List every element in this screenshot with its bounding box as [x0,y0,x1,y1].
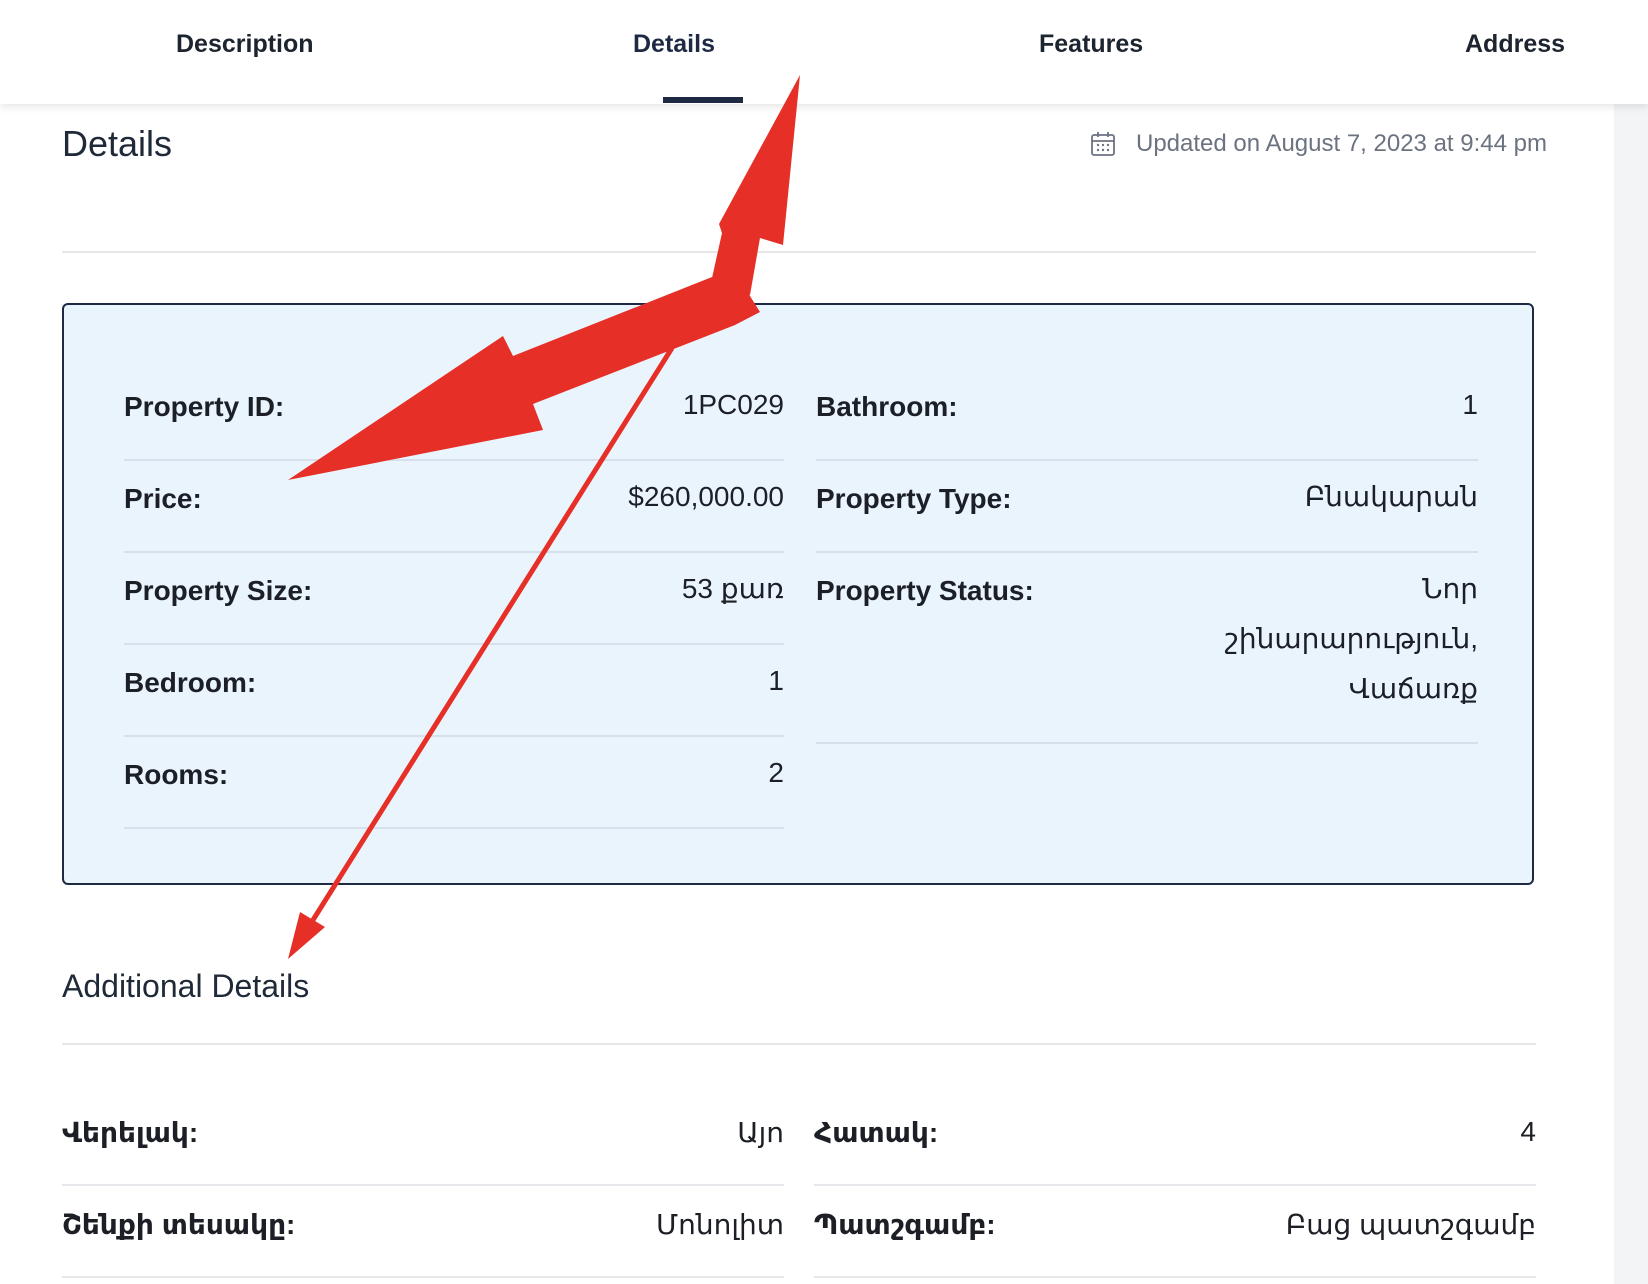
status-line: Նոր [1422,573,1478,604]
detail-value: $260,000.00 [628,481,784,512]
detail-row-bathroom: Bathroom: 1 [816,369,1478,461]
tab-features[interactable]: Features [1039,30,1143,59]
additional-details-title: Additional Details [62,968,310,1004]
additional-label: Պատշգամբ: [814,1209,996,1240]
detail-row-property-type: Property Type: Բնակարան [816,461,1478,553]
section-title: Details [62,123,173,164]
detail-row-rooms: Rooms: 2 [124,737,784,829]
additional-value: Բաց պատշգամբ [1285,1209,1536,1240]
detail-row-property-status: Property Status: Նոր շինարարություն, Վաճ… [816,553,1478,744]
annotation-arrow-down-head [288,912,325,959]
additional-label: Հատակ: [814,1117,939,1148]
detail-row-property-size: Property Size: 53 քառ [124,553,784,645]
status-line: շինարարություն, [1224,623,1478,654]
active-tab-indicator [663,97,743,103]
detail-label: Rooms: [124,759,229,790]
scroll-gutter [1614,104,1648,1284]
detail-value: 53 քառ [681,573,784,604]
tab-address[interactable]: Address [1465,30,1565,59]
detail-label: Bedroom: [124,667,257,698]
additional-value: 4 [1520,1116,1536,1147]
detail-label: Property Size: [124,575,313,606]
additional-row: Վերելակ: Այո [62,1094,784,1186]
additional-value: Այո [737,1117,784,1148]
detail-label: Property Type: [816,483,1012,514]
detail-row-bedroom: Bedroom: 1 [124,645,784,737]
additional-row: Հատակ: 4 [814,1094,1536,1186]
annotation-arrow-up [710,75,800,295]
detail-label: Price: [124,483,202,514]
detail-label: Bathroom: [816,391,958,422]
updated-text: Updated on August 7, 2023 at 9:44 pm [1136,130,1547,157]
divider [62,251,1536,253]
updated-timestamp: Updated on August 7, 2023 at 9:44 pm [1090,130,1547,158]
tab-details[interactable]: Details [633,30,715,59]
detail-value: 2 [768,757,784,788]
detail-value: 1 [1462,389,1478,420]
tab-bar: Description Details Features Address [0,0,1648,104]
calendar-icon [1091,132,1115,156]
tab-description[interactable]: Description [176,30,314,59]
detail-value: 1PC029 [682,389,784,420]
detail-label: Property Status: [816,575,1034,606]
additional-row: Շենքի տեսակը: Մոնոլիտ [62,1186,784,1278]
divider [62,1043,1536,1045]
additional-label: Վերելակ: [62,1117,199,1148]
detail-row-price: Price: $260,000.00 [124,461,784,553]
detail-value: 1 [768,665,784,696]
detail-value: Նոր շինարարություն, Վաճառք [1225,564,1478,714]
detail-label: Property ID: [124,391,285,422]
additional-row: Պատշգամբ: Բաց պատշգամբ [814,1186,1536,1278]
additional-label: Շենքի տեսակը: [62,1209,296,1240]
status-line: Վաճառք [1348,673,1478,704]
detail-value: Բնակարան [1304,481,1478,512]
detail-row-property-id: Property ID: 1PC029 [124,369,784,461]
additional-value: Մոնոլիտ [655,1209,784,1240]
details-box: Property ID: 1PC029 Price: $260,000.00 P… [62,303,1534,885]
